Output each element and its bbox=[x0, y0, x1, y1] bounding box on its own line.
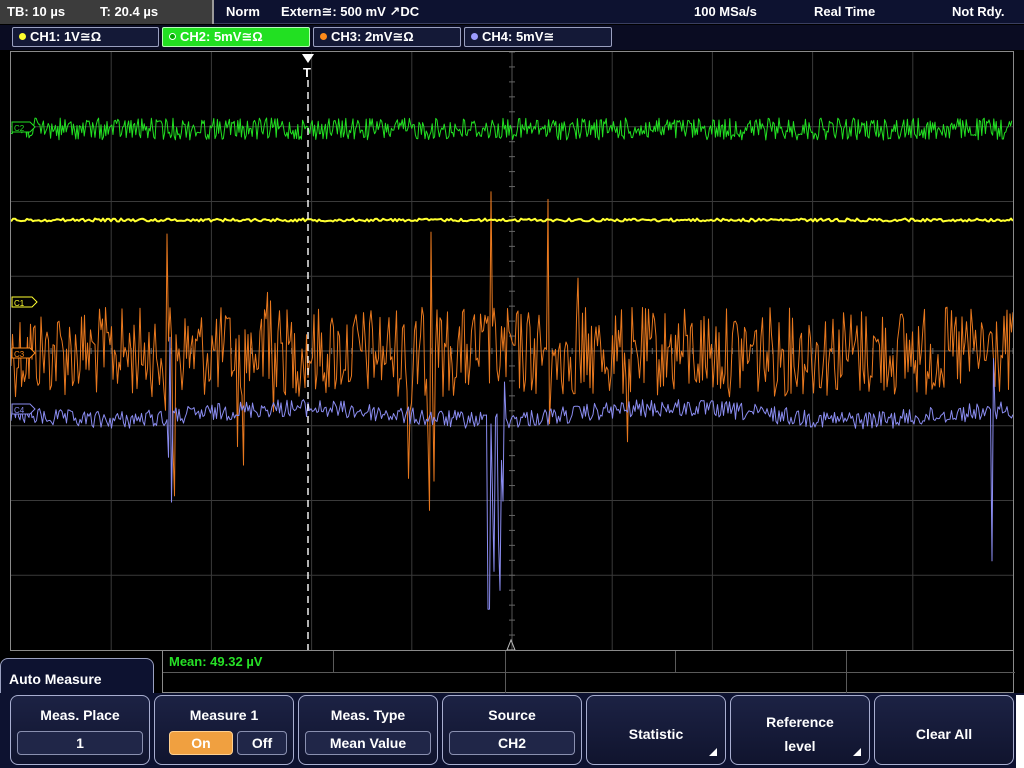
trigger-marker-label: T bbox=[303, 65, 311, 80]
ch1-offset-marker[interactable]: C1 bbox=[11, 296, 38, 308]
ch1-dot-icon bbox=[19, 33, 26, 40]
reference-level-label-1: Reference bbox=[766, 714, 834, 730]
measure-1-on-toggle[interactable]: On bbox=[169, 731, 233, 755]
channel-ch4[interactable]: CH4: 5mV≅ bbox=[464, 27, 612, 47]
softkey-panel: Meas. Place 1 Measure 1 On Off Meas. Typ… bbox=[0, 693, 1024, 768]
ch4-dot-icon bbox=[471, 33, 478, 40]
ch4-marker-label: C4 bbox=[14, 406, 25, 415]
ch2-dot-icon bbox=[169, 33, 176, 40]
ch2-trace bbox=[11, 117, 1013, 141]
trigger-level-marker bbox=[506, 638, 516, 650]
meas-place-label: Meas. Place bbox=[40, 707, 120, 723]
measure-1-off-toggle[interactable]: Off bbox=[237, 731, 287, 755]
measure-1-softkey[interactable]: Measure 1 On Off bbox=[154, 695, 294, 765]
ch3-label: CH3: 2mV≅Ω bbox=[331, 29, 414, 44]
measure-1-label: Measure 1 bbox=[189, 707, 259, 723]
trigger-time-readout: T: 20.4 µs bbox=[100, 4, 159, 19]
meas-place-value[interactable]: 1 bbox=[17, 731, 143, 755]
ch1-label: CH1: 1V≅Ω bbox=[30, 29, 102, 44]
channel-ch3[interactable]: CH3: 2mV≅Ω bbox=[313, 27, 461, 47]
timebase-box[interactable]: TB: 10 µs T: 20.4 µs bbox=[0, 0, 214, 24]
submenu-corner-icon bbox=[709, 748, 717, 756]
meas-divider bbox=[333, 651, 334, 673]
sample-rate: 100 MSa/s bbox=[694, 4, 757, 19]
meas-divider bbox=[675, 651, 676, 673]
source-label: Source bbox=[488, 707, 536, 723]
ch3-marker-label: C3 bbox=[14, 350, 25, 359]
ch2-label: CH2: 5mV≅Ω bbox=[180, 29, 263, 44]
mean-readout: Mean: 49.32 µV bbox=[169, 654, 263, 669]
statistic-softkey[interactable]: Statistic bbox=[586, 695, 726, 765]
timebase-readout: TB: 10 µs bbox=[7, 4, 66, 19]
reference-level-softkey[interactable]: Reference level bbox=[730, 695, 870, 765]
trigger-source[interactable]: Extern≅: 500 mV ↗DC bbox=[281, 4, 419, 20]
panel-edge bbox=[1016, 695, 1024, 768]
statistic-label: Statistic bbox=[628, 726, 684, 742]
ch3-dot-icon bbox=[320, 33, 327, 40]
meas-row-separator bbox=[163, 672, 1015, 673]
trigger-mode[interactable]: Norm bbox=[226, 4, 260, 19]
measurement-row: Mean: 49.32 µV bbox=[162, 651, 1015, 693]
waveform-svg: C2 C1 C3 C4 T bbox=[11, 52, 1013, 650]
meas-type-softkey[interactable]: Meas. Type Mean Value bbox=[298, 695, 438, 765]
waveform-display[interactable]: C2 C1 C3 C4 T bbox=[10, 51, 1014, 651]
menu-title: Auto Measure bbox=[9, 671, 102, 687]
clear-all-label: Clear All bbox=[915, 726, 973, 742]
meas-type-value[interactable]: Mean Value bbox=[305, 731, 431, 755]
meas-place-softkey[interactable]: Meas. Place 1 bbox=[10, 695, 150, 765]
acquisition-state: Not Rdy. bbox=[952, 4, 1005, 19]
ch4-label: CH4: 5mV≅ bbox=[482, 29, 555, 44]
channel-ch1[interactable]: CH1: 1V≅Ω bbox=[12, 27, 159, 47]
acquisition-mode: Real Time bbox=[814, 4, 876, 19]
ch2-offset-marker[interactable]: C2 bbox=[11, 121, 36, 133]
status-bar: TB: 10 µs T: 20.4 µs Norm Extern≅: 500 m… bbox=[0, 0, 1024, 24]
ch2-marker-label: C2 bbox=[14, 124, 25, 133]
channel-ch2[interactable]: CH2: 5mV≅Ω bbox=[162, 27, 310, 47]
meas-type-label: Meas. Type bbox=[330, 707, 406, 723]
source-softkey[interactable]: Source CH2 bbox=[442, 695, 582, 765]
reference-level-label-2: level bbox=[784, 738, 816, 754]
channel-bar: CH1: 1V≅Ω CH2: 5mV≅Ω CH3: 2mV≅Ω CH4: 5mV… bbox=[0, 25, 1024, 50]
source-value[interactable]: CH2 bbox=[449, 731, 575, 755]
clear-all-softkey[interactable]: Clear All bbox=[874, 695, 1014, 765]
menu-title-tab: Auto Measure bbox=[0, 658, 154, 698]
submenu-corner-icon bbox=[853, 748, 861, 756]
ch1-marker-label: C1 bbox=[14, 299, 25, 308]
